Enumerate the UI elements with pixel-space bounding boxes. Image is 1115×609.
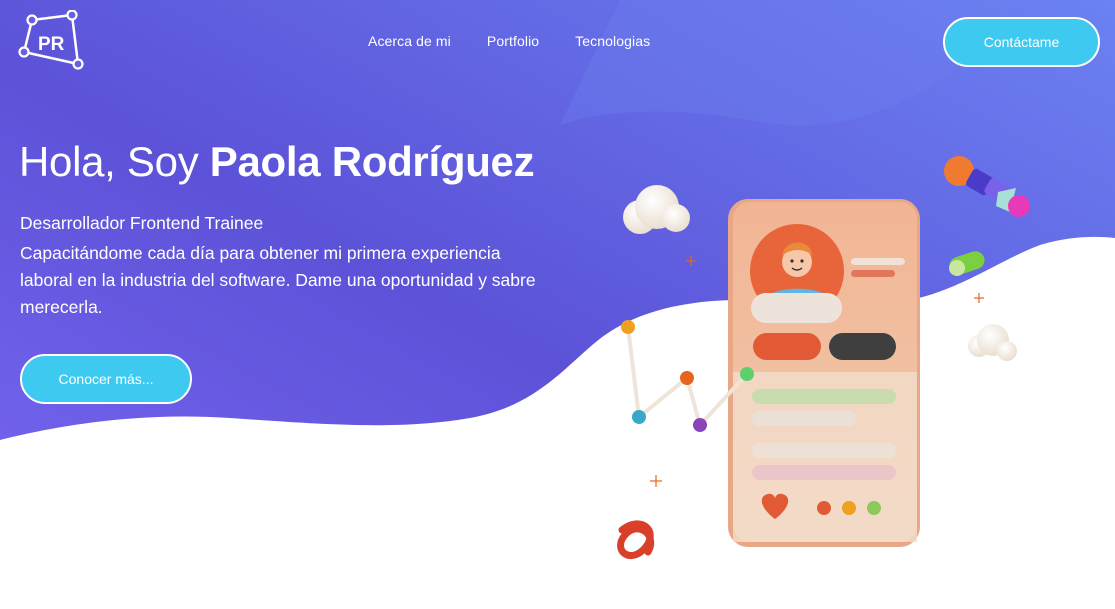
hero-description: Capacitándome cada día para obtener mi p… xyxy=(20,243,536,317)
hero-name: Paola Rodríguez xyxy=(209,138,535,185)
nav-item-about[interactable]: Acerca de mi xyxy=(368,33,451,49)
brand-logo[interactable]: PR xyxy=(18,9,86,74)
main-nav: Acerca de mi Portfolio Tecnologias xyxy=(368,33,650,49)
hero-role: Desarrollador Frontend Trainee xyxy=(20,213,264,233)
nav-item-technologies[interactable]: Tecnologias xyxy=(575,33,650,49)
hero-title: Hola, Soy Paola Rodríguez xyxy=(19,138,535,186)
nav-item-portfolio[interactable]: Portfolio xyxy=(487,33,539,49)
contact-button[interactable]: Contáctame xyxy=(943,17,1100,67)
hero-greeting: Hola, Soy xyxy=(19,138,210,185)
learn-more-button[interactable]: Conocer más... xyxy=(20,354,192,404)
logo-text: PR xyxy=(38,34,65,55)
logo-icon: PR xyxy=(18,9,84,70)
